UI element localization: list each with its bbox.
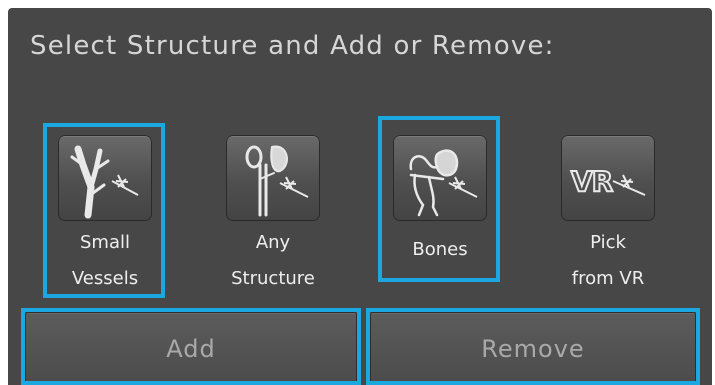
any-structure-button[interactable] [226, 135, 320, 221]
pick-from-vr-label-line2: from VR [571, 268, 645, 289]
svg-text:VR: VR [571, 165, 613, 198]
vessel-tree-icon [70, 145, 139, 219]
pick-from-vr-button[interactable]: VR [561, 135, 655, 221]
any-structure-label-line1: Any [255, 232, 291, 253]
bones-button[interactable] [393, 135, 487, 221]
remove-button[interactable]: Remove [370, 312, 696, 385]
vr-pick-icon: VR [570, 164, 646, 199]
pick-from-vr-label-line1: Pick [590, 232, 626, 253]
add-button[interactable]: Add [25, 312, 357, 385]
small-vessels-button[interactable] [58, 135, 152, 221]
small-vessels-label-line1: Small [80, 232, 130, 253]
panel-title: Select Structure and Add or Remove: [30, 31, 555, 61]
any-structure-label-line2: Structure [231, 268, 315, 289]
kidney-structure-icon [245, 145, 309, 217]
pelvis-bone-icon [409, 149, 478, 217]
small-vessels-label-line2: Vessels [71, 268, 139, 289]
bones-label: Bones [412, 239, 468, 260]
